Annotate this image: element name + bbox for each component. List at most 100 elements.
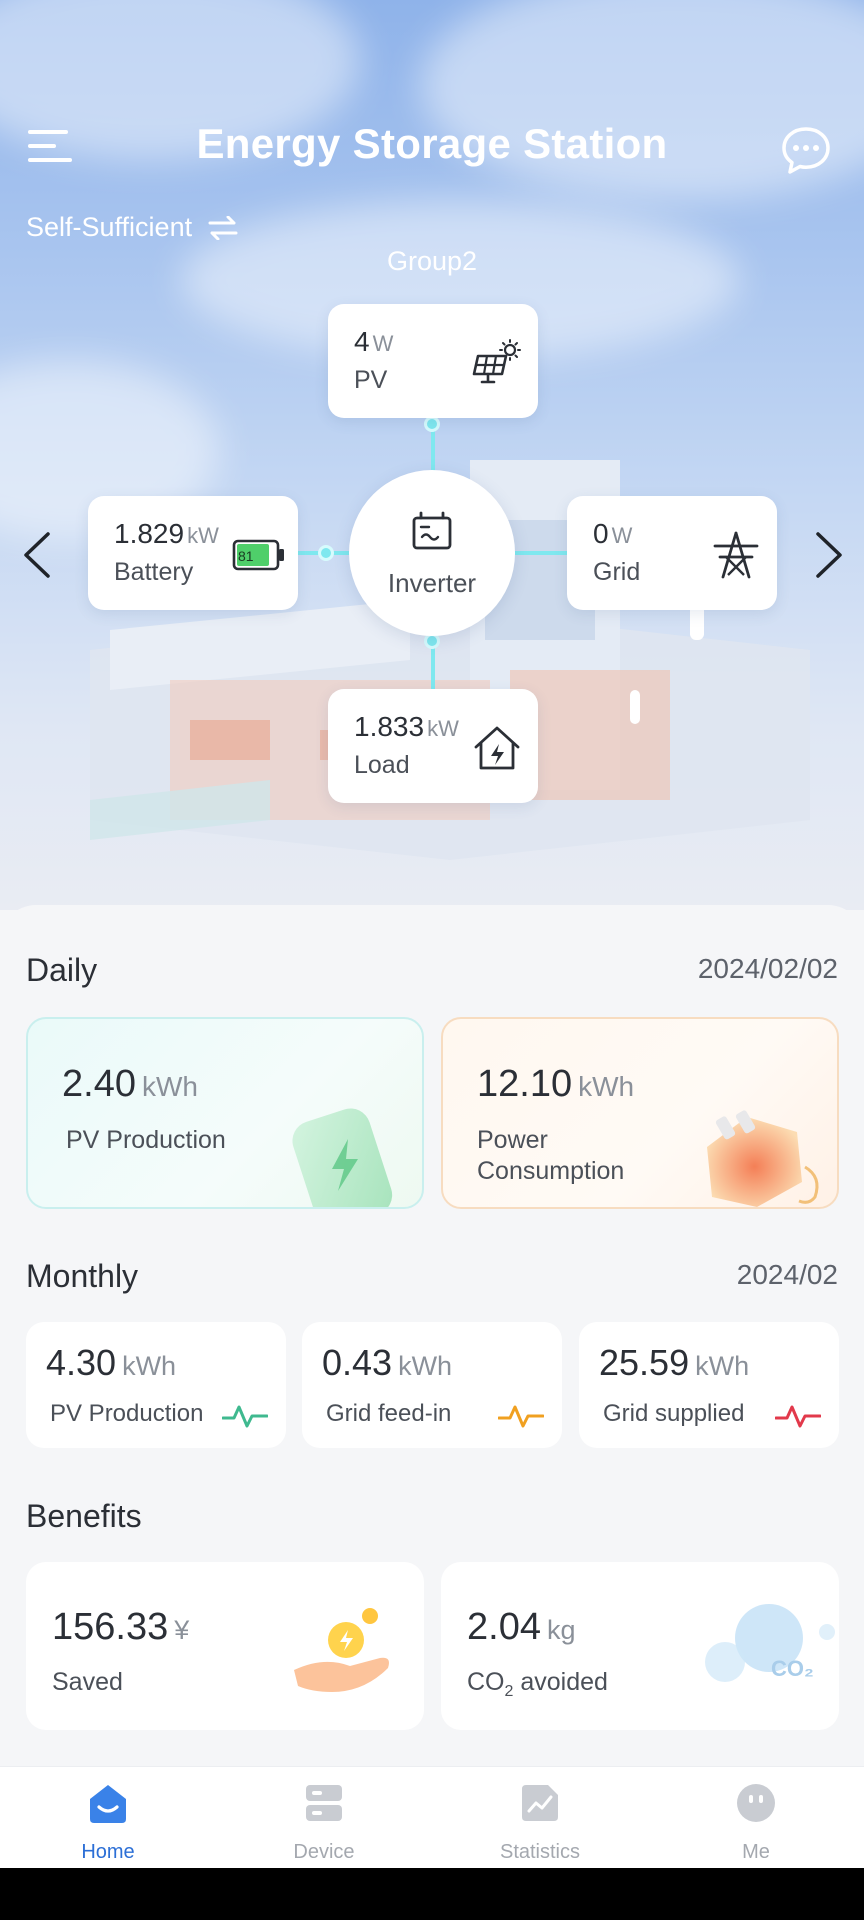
monthly-supplied-unit: kWh <box>695 1351 750 1381</box>
monthly-feedin-unit: kWh <box>398 1351 453 1381</box>
daily-pv-value-wrap: 2.40 kWh <box>62 1063 198 1106</box>
grid-unit: W <box>611 523 633 548</box>
monthly-date[interactable]: 2024/02 <box>737 1259 838 1291</box>
group-name: Group2 <box>386 246 478 276</box>
battery-value: 1.829 <box>114 518 185 549</box>
battery-value-wrap: 1.829 kW <box>114 518 219 550</box>
saved-label: Saved <box>52 1668 123 1696</box>
flow-dot <box>318 545 334 561</box>
pulse-red-icon <box>775 1405 821 1428</box>
inverter-icon <box>412 511 452 550</box>
pv-unit: W <box>372 331 394 356</box>
flow-line-grid <box>515 551 567 555</box>
pulse-green-icon <box>222 1405 268 1428</box>
monthly-supplied-value: 25.59 <box>599 1342 690 1383</box>
mode-label: Self-Sufficient <box>26 212 193 242</box>
load-value: 1.833 <box>354 711 425 742</box>
pv-value-wrap: 4W <box>354 326 393 358</box>
saved-value-wrap: 156.33 ¥ <box>52 1606 189 1649</box>
daily-date[interactable]: 2024/02/02 <box>698 953 838 985</box>
power-plug-illustration <box>707 1110 819 1207</box>
tab-me-label: Me <box>742 1841 770 1863</box>
monthly-feedin-value: 0.43 <box>322 1342 393 1383</box>
monthly-value-wrap: 25.59 kWh <box>599 1342 749 1384</box>
saved-card[interactable]: 156.33 ¥ Saved <box>26 1562 424 1730</box>
bottom-tab-bar: Home Device Statistics Me <box>0 1766 864 1868</box>
pulse-orange-icon <box>498 1405 544 1428</box>
battery-illustration <box>292 1108 393 1207</box>
saved-unit: ¥ <box>174 1615 190 1645</box>
monthly-pv-unit: kWh <box>122 1351 177 1381</box>
daily-title: Daily <box>26 952 98 988</box>
monthly-pv-value: 4.30 <box>46 1342 117 1383</box>
co2-value-wrap: 2.04 kg <box>467 1606 576 1649</box>
monthly-title: Monthly <box>26 1258 139 1294</box>
daily-pc-label: Power Consumption <box>477 1125 667 1187</box>
battery-unit: kW <box>187 523 219 548</box>
co2-unit: kg <box>546 1615 576 1645</box>
tab-home[interactable]: Home <box>0 1767 216 1869</box>
benefits-title: Benefits <box>26 1498 142 1534</box>
tab-device-label: Device <box>293 1841 355 1863</box>
grid-value: 0 <box>593 518 609 549</box>
daily-pv-label: PV Production <box>66 1126 226 1154</box>
swap-arrows-icon <box>208 215 238 240</box>
co2-avoided-card[interactable]: 2.04 kg CO2 avoided CO₂ <box>441 1562 839 1730</box>
transmission-tower-icon <box>713 531 759 579</box>
co2-label-prefix: CO <box>467 1668 505 1696</box>
battery-icon: 81 <box>232 539 284 571</box>
house-bolt-icon <box>474 726 520 770</box>
home-icon <box>90 1785 126 1823</box>
battery-node[interactable]: 1.829 kW Battery 81 <box>88 496 298 610</box>
daily-pv-unit: kWh <box>141 1071 198 1102</box>
device-icon <box>306 1785 342 1821</box>
monthly-grid-feed-in-card[interactable]: 0.43 kWh Grid feed-in <box>302 1322 562 1448</box>
system-navigation-bar <box>0 1868 864 1920</box>
daily-pc-label-line2: Consumption <box>477 1157 625 1185</box>
co2-value: 2.04 <box>467 1606 541 1648</box>
load-unit: kW <box>427 716 459 741</box>
tab-statistics[interactable]: Statistics <box>432 1767 648 1869</box>
monthly-feedin-label: Grid feed-in <box>326 1400 452 1427</box>
chat-bubble-icon[interactable] <box>780 125 832 177</box>
co2-label-suffix: avoided <box>513 1668 608 1696</box>
grid-value-wrap: 0W <box>593 518 632 550</box>
previous-station-arrow-icon[interactable] <box>18 530 58 580</box>
tab-statistics-label: Statistics <box>499 1841 581 1863</box>
co2-label: CO2 avoided <box>467 1668 608 1701</box>
load-node[interactable]: 1.833 kW Load <box>328 689 538 803</box>
daily-pc-unit: kWh <box>578 1071 635 1102</box>
flow-dot <box>424 416 440 432</box>
daily-pv-value: 2.40 <box>62 1063 136 1105</box>
monthly-value-wrap: 0.43 kWh <box>322 1342 452 1384</box>
daily-pv-production-card[interactable]: 2.40 kWh PV Production <box>26 1017 424 1209</box>
inverter-node[interactable]: Inverter <box>349 470 515 636</box>
tab-me[interactable]: Me <box>648 1767 864 1869</box>
battery-label: Battery <box>114 558 194 586</box>
monthly-pv-label: PV Production <box>50 1400 204 1427</box>
statistics-icon <box>522 1785 558 1821</box>
load-label: Load <box>354 751 410 779</box>
daily-pc-value: 12.10 <box>477 1063 573 1105</box>
tab-home-label: Home <box>81 1841 135 1863</box>
co2-badge: CO₂ <box>771 1656 814 1681</box>
next-station-arrow-icon[interactable] <box>808 530 848 580</box>
daily-power-consumption-card[interactable]: 12.10 kWh Power Consumption <box>441 1017 839 1209</box>
tab-device[interactable]: Device <box>216 1767 432 1869</box>
mode-switch[interactable]: Self-Sufficient <box>26 212 238 243</box>
page-title: Energy Storage Station <box>196 120 668 167</box>
pv-value: 4 <box>354 326 370 357</box>
monthly-grid-supplied-card[interactable]: 25.59 kWh Grid supplied <box>579 1322 839 1448</box>
pv-label: PV <box>354 366 388 394</box>
pv-node[interactable]: 4W PV <box>328 304 538 418</box>
co2-cloud-illustration: CO₂ <box>705 1604 835 1682</box>
coin-hand-illustration <box>294 1608 389 1692</box>
monthly-pv-production-card[interactable]: 4.30 kWh PV Production <box>26 1322 286 1448</box>
monthly-value-wrap: 4.30 kWh <box>46 1342 176 1384</box>
daily-pc-label-line1: Power <box>477 1126 548 1154</box>
monthly-supplied-label: Grid supplied <box>603 1400 745 1427</box>
grid-label: Grid <box>593 558 641 586</box>
profile-icon <box>737 1784 775 1822</box>
load-value-wrap: 1.833 kW <box>354 711 459 743</box>
grid-node[interactable]: 0W Grid <box>567 496 777 610</box>
